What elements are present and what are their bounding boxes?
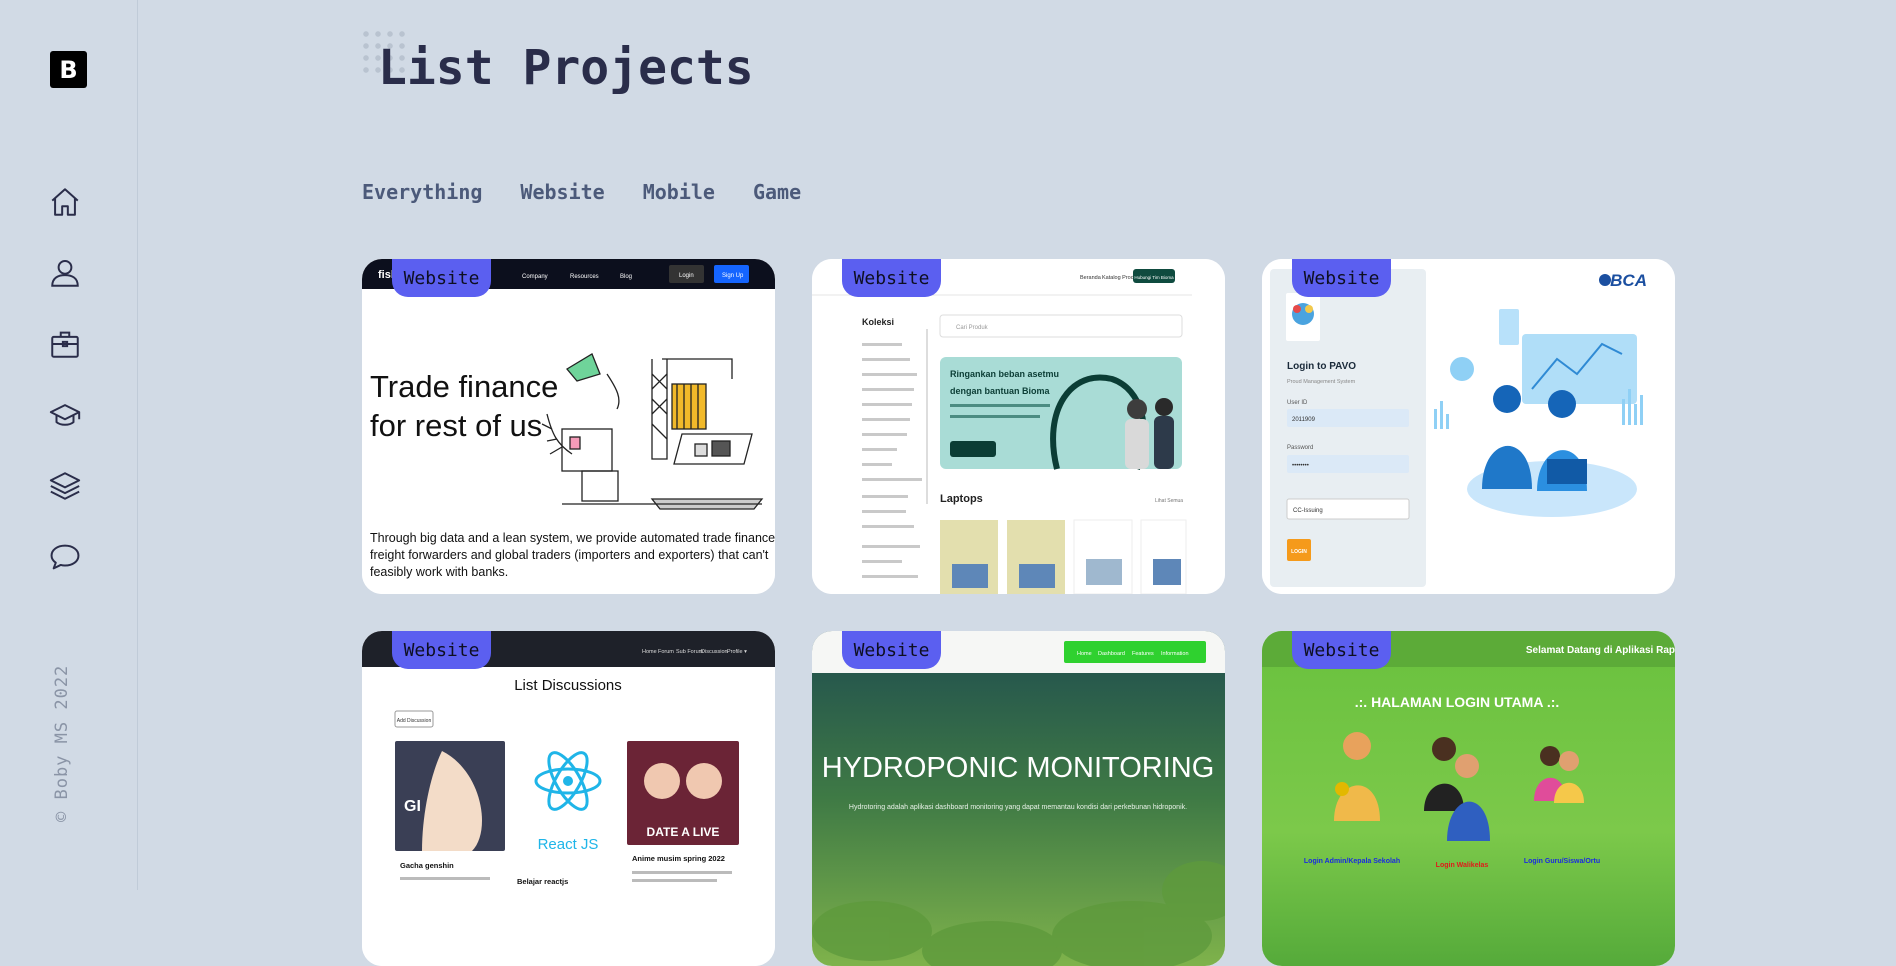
project-card-4[interactable]: Website Home Forum Sub Forum Discussion …	[362, 631, 775, 966]
thumb-login-link: Login Admin/Kepala Sekolah	[1304, 858, 1400, 865]
thumb-react-label: React JS	[538, 836, 599, 853]
thumb-add-button: Add Discussion	[397, 718, 432, 724]
project-card-3[interactable]: Website BCA Login to PAVO Proud Manageme…	[1262, 259, 1675, 594]
thumb-nav-item: Profile ▾	[727, 649, 747, 655]
thumb-nav-item: Forum	[658, 649, 674, 655]
thumb-nav-item: Dashboard	[1098, 651, 1125, 657]
thumb-nav-item: Home	[1077, 651, 1092, 657]
thumb-sidebar-title: Koleksi	[862, 317, 894, 327]
thumb-nav-item: Features	[1132, 651, 1154, 657]
project-thumbnail: Home Forum Sub Forum Discussion Profile …	[362, 631, 775, 966]
thumb-login-link: Login Guru/Siswa/Ortu	[1524, 858, 1600, 865]
category-badge: Website	[392, 631, 491, 669]
thumb-nav-item: Blog	[620, 274, 632, 280]
home-icon[interactable]	[48, 185, 82, 219]
thumb-title: Login to PAVO	[1287, 361, 1356, 372]
category-badge: Website	[392, 259, 491, 297]
thumb-item: Belajar reactjs	[517, 877, 568, 886]
thumb-nav-item: Information	[1161, 651, 1189, 657]
thumb-see-all: Lihat Semua	[1155, 498, 1183, 504]
page-title: List Projects	[378, 40, 754, 96]
thumb-headline: Trade finance	[370, 369, 558, 404]
thumb-title: .:. HALAMAN LOGIN UTAMA .:.	[1355, 694, 1560, 710]
sidebar: B © Boby MS 2022	[0, 0, 138, 890]
thumb-headline: for rest of us	[370, 408, 542, 443]
thumb-item: Anime musim spring 2022	[632, 854, 725, 863]
project-thumbnail: Home Dashboard Features Information HYDR…	[812, 631, 1225, 966]
thumb-password: ••••••••	[1292, 463, 1309, 469]
thumb-nav-cta: Hubungi Tim Bioma	[1134, 275, 1174, 280]
project-card-6[interactable]: Website Selamat Datang di Aplikasi Rap .…	[1262, 631, 1675, 966]
project-card-2[interactable]: Website Beranda Katalog Produk Hubungi T…	[812, 259, 1225, 594]
thumb-brand: BCA	[1610, 271, 1647, 290]
layers-icon[interactable]	[48, 469, 82, 503]
thumb-subtitle: Proud Management System	[1287, 379, 1356, 385]
thumb-hero: Ringankan beban asetmu	[950, 369, 1059, 379]
project-card-1[interactable]: Website fish Company Resources Blog Logi…	[362, 259, 775, 594]
thumb-login: Login	[679, 273, 694, 279]
filter-website[interactable]: Website	[520, 180, 604, 204]
thumb-nav-item: Home	[642, 649, 657, 655]
svg-text:GI: GI	[404, 798, 421, 815]
thumb-item: Gacha genshin	[400, 861, 454, 870]
graduation-cap-icon[interactable]	[48, 398, 82, 432]
thumb-search: Cari Produk	[956, 325, 989, 331]
thumb-nav-item: Resources	[570, 274, 599, 280]
thumb-button: LOGIN	[1291, 549, 1307, 555]
copyright: © Boby MS 2022	[52, 664, 72, 822]
thumb-nav-item: Beranda	[1080, 275, 1102, 281]
thumb-label: Password	[1287, 445, 1313, 451]
filter-everything[interactable]: Everything	[362, 180, 482, 204]
project-thumbnail: Selamat Datang di Aplikasi Rap .:. HALAM…	[1262, 631, 1675, 966]
thumb-hero: dengan bantuan Bioma	[950, 386, 1051, 396]
thumb-user: 2011909	[1292, 417, 1316, 423]
thumb-body: Through big data and a lean system, we p…	[370, 531, 775, 545]
category-badge: Website	[1292, 631, 1391, 669]
project-thumbnail: Beranda Katalog Produk Hubungi Tim Bioma…	[812, 259, 1225, 594]
thumb-label: User ID	[1287, 400, 1308, 406]
thumb-nav-item: Discussion	[701, 649, 728, 655]
project-thumbnail: BCA Login to PAVO Proud Management Syste…	[1262, 259, 1675, 594]
filter-game[interactable]: Game	[753, 180, 801, 204]
user-icon[interactable]	[48, 256, 82, 290]
thumb-body: feasibly work with banks.	[370, 565, 508, 579]
thumb-signup: Sign Up	[722, 273, 744, 279]
thumb-body: freight forwarders and global traders (i…	[370, 548, 769, 562]
logo[interactable]: B	[50, 51, 87, 88]
thumb-section: Laptops	[940, 493, 983, 505]
thumb-select: CC-Issuing	[1293, 508, 1323, 514]
filter-mobile[interactable]: Mobile	[643, 180, 715, 204]
thumb-title: List Discussions	[514, 677, 622, 694]
project-filters: Everything Website Mobile Game	[362, 180, 801, 204]
thumb-login-link: Login Walikelas	[1436, 862, 1489, 869]
svg-text:DATE A LIVE: DATE A LIVE	[647, 825, 720, 839]
briefcase-icon[interactable]	[48, 327, 82, 361]
thumb-nav-item: Company	[522, 274, 548, 280]
thumb-marquee: Selamat Datang di Aplikasi Rap	[1526, 645, 1675, 656]
chat-bubble-icon[interactable]	[48, 540, 82, 574]
category-badge: Website	[1292, 259, 1391, 297]
project-card-5[interactable]: Website Home Dashboard Features Informat…	[812, 631, 1225, 966]
thumb-title: HYDROPONIC MONITORING	[822, 752, 1215, 784]
category-badge: Website	[842, 259, 941, 297]
project-thumbnail: fish Company Resources Blog Login Sign U…	[362, 259, 775, 594]
category-badge: Website	[842, 631, 941, 669]
thumb-nav-item: Sub Forum	[676, 649, 704, 655]
thumb-subtitle: Hydrotoring adalah aplikasi dashboard mo…	[849, 804, 1187, 811]
